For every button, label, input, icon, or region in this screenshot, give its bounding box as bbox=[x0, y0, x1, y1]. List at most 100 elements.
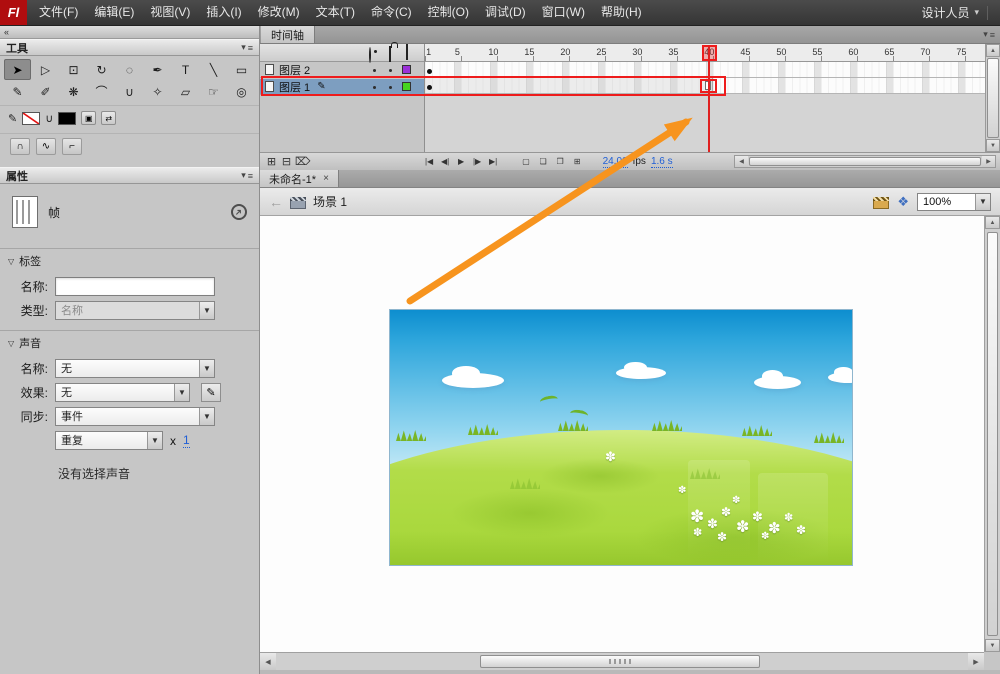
menu-item-help[interactable]: 帮助(H) bbox=[593, 0, 650, 25]
scroll-up-icon[interactable]: ▲ bbox=[985, 216, 1000, 229]
collapse-panels-bar[interactable]: « bbox=[0, 26, 259, 39]
edit-multiple-frames-button[interactable]: ⊞ bbox=[570, 154, 585, 169]
swap-colors-button[interactable]: ⇄ bbox=[101, 111, 117, 125]
timeline-horizontal-scrollbar[interactable]: ◀ ▶ bbox=[734, 155, 996, 168]
show-hide-all-layers-icon[interactable] bbox=[369, 47, 371, 63]
sound-repeat-dropdown[interactable]: 重复 ▼ bbox=[55, 431, 163, 450]
edit-scene-button[interactable] bbox=[873, 196, 890, 209]
zoom-tool[interactable]: ◎ bbox=[228, 81, 255, 102]
step-back-button[interactable]: ◀| bbox=[438, 154, 453, 169]
straighten-button[interactable]: ⌐ bbox=[62, 138, 82, 155]
new-folder-button[interactable]: ⊟ bbox=[279, 154, 294, 169]
step-forward-button[interactable]: |▶ bbox=[470, 154, 485, 169]
back-arrow-icon[interactable]: ← bbox=[269, 194, 283, 210]
label-type-dropdown[interactable]: 名称 ▼ bbox=[55, 301, 215, 320]
hand-tool[interactable]: ☞ bbox=[200, 81, 227, 102]
timeline-tab[interactable]: 时间轴 bbox=[261, 26, 315, 43]
stage-pasteboard[interactable]: ✽ ✽ ✽ ✽ ✽ ✽ ✽ ✽ ✽ ✽ ✽ ✽ ✽ ✽ bbox=[260, 216, 984, 652]
menu-item-file[interactable]: 文件(F) bbox=[31, 0, 86, 25]
subselection-tool[interactable]: ▷ bbox=[32, 59, 59, 80]
paint-bucket-tool[interactable]: ∪ bbox=[116, 81, 143, 102]
lock-all-layers-icon[interactable] bbox=[389, 46, 391, 62]
scroll-left-icon[interactable]: ◀ bbox=[735, 156, 748, 167]
layer-name[interactable]: 图层 1 bbox=[279, 79, 310, 95]
panel-menu-icon[interactable]: ≡ bbox=[248, 43, 253, 53]
layer-visibility-dot[interactable] bbox=[373, 86, 376, 89]
scrollbar-thumb[interactable] bbox=[480, 655, 760, 668]
frame-rate-value[interactable]: 24.00 bbox=[602, 156, 628, 168]
layer-visibility-dot[interactable] bbox=[373, 69, 376, 72]
layer-row-layer1[interactable]: 图层 1 ✎ bbox=[260, 79, 424, 95]
layer-name[interactable]: 图层 2 bbox=[279, 62, 310, 78]
menu-item-insert[interactable]: 插入(I) bbox=[198, 0, 249, 25]
layer-outline-color-swatch[interactable] bbox=[402, 82, 411, 91]
timeline-ruler[interactable]: 1 5 10 15 20 25 30 35 40 45 50 55 60 65 … bbox=[425, 44, 985, 62]
scroll-right-icon[interactable]: ▶ bbox=[968, 653, 984, 670]
center-frame-button[interactable]: ▢ bbox=[519, 154, 534, 169]
smooth-button[interactable]: ∿ bbox=[36, 138, 56, 155]
rectangle-tool[interactable]: ▭ bbox=[228, 59, 255, 80]
3d-rotation-tool[interactable]: ↻ bbox=[88, 59, 115, 80]
edit-symbols-button[interactable]: ❖ bbox=[897, 194, 909, 210]
bone-tool[interactable]: ⌒ bbox=[88, 81, 115, 102]
scroll-down-icon[interactable]: ▼ bbox=[985, 639, 1000, 652]
stage-horizontal-scrollbar[interactable]: ◀ ▶ bbox=[260, 652, 984, 670]
frame-label-input[interactable] bbox=[55, 277, 215, 296]
menu-item-view[interactable]: 视图(V) bbox=[142, 0, 198, 25]
menu-item-commands[interactable]: 命令(C) bbox=[363, 0, 420, 25]
document-tab[interactable]: 未命名-1* × bbox=[260, 170, 339, 187]
panel-menu-icon[interactable]: ≡ bbox=[248, 171, 253, 181]
scrollbar-thumb[interactable] bbox=[987, 232, 998, 636]
text-tool[interactable]: T bbox=[172, 59, 199, 80]
goto-last-frame-button[interactable]: ▶| bbox=[486, 154, 501, 169]
tools-panel-header[interactable]: 工具 ▾ ≡ bbox=[0, 39, 259, 56]
layer-lock-dot[interactable] bbox=[389, 69, 392, 72]
layer-row-layer2[interactable]: 图层 2 bbox=[260, 62, 424, 78]
menu-item-modify[interactable]: 修改(M) bbox=[250, 0, 308, 25]
menu-item-window[interactable]: 窗口(W) bbox=[534, 0, 593, 25]
scroll-left-icon[interactable]: ◀ bbox=[260, 653, 276, 670]
zoom-control[interactable]: 100% ▼ bbox=[917, 192, 991, 211]
brush-tool[interactable]: ✐ bbox=[32, 81, 59, 102]
layer-outline-color-swatch[interactable] bbox=[402, 65, 411, 74]
deco-tool[interactable]: ❋ bbox=[60, 81, 87, 102]
free-transform-tool[interactable]: ⊡ bbox=[60, 59, 87, 80]
frames-layer2[interactable] bbox=[425, 62, 985, 78]
sound-name-dropdown[interactable]: 无 ▼ bbox=[55, 359, 215, 378]
scroll-up-icon[interactable]: ▲ bbox=[986, 44, 1000, 57]
selection-tool[interactable]: ➤ bbox=[4, 59, 31, 80]
line-tool[interactable]: ╲ bbox=[200, 59, 227, 80]
onion-skin-button[interactable]: ❏ bbox=[536, 154, 551, 169]
zoom-value[interactable]: 100% bbox=[918, 194, 975, 210]
flash-logo[interactable]: Fl bbox=[0, 0, 27, 25]
snap-to-objects-button[interactable]: ∩ bbox=[10, 138, 30, 155]
workspace-switcher[interactable]: 设计人员 ▾ bbox=[921, 4, 979, 21]
new-layer-button[interactable]: ⊞ bbox=[264, 154, 279, 169]
properties-panel-header[interactable]: 属性 ▾ ≡ bbox=[0, 167, 259, 184]
frames-layer1[interactable] bbox=[425, 78, 985, 94]
fill-color-swatch[interactable] bbox=[58, 111, 77, 125]
delete-layer-button[interactable]: ⌦ bbox=[294, 154, 312, 169]
collapse-to-icons-icon[interactable]: « bbox=[4, 27, 9, 37]
scroll-down-icon[interactable]: ▼ bbox=[986, 139, 1000, 152]
sound-section-header[interactable]: ▽ 声音 bbox=[0, 330, 259, 354]
scrollbar-thumb[interactable] bbox=[987, 58, 999, 138]
sound-sync-dropdown[interactable]: 事件 ▼ bbox=[55, 407, 215, 426]
play-button[interactable]: ▶ bbox=[454, 154, 469, 169]
menu-item-text[interactable]: 文本(T) bbox=[308, 0, 363, 25]
outline-all-layers-icon[interactable] bbox=[406, 44, 408, 60]
repeat-count-value[interactable]: 1 bbox=[183, 433, 190, 448]
menu-item-control[interactable]: 控制(O) bbox=[420, 0, 477, 25]
stage-canvas[interactable]: ✽ ✽ ✽ ✽ ✽ ✽ ✽ ✽ ✽ ✽ ✽ ✽ ✽ ✽ bbox=[389, 309, 853, 566]
timeline-vertical-scrollbar[interactable]: ▲ ▼ bbox=[985, 44, 1000, 152]
lasso-tool[interactable]: ◌ bbox=[116, 59, 143, 80]
label-section-header[interactable]: ▽ 标签 bbox=[0, 248, 259, 272]
menu-item-debug[interactable]: 调试(D) bbox=[477, 0, 534, 25]
stroke-color-swatch[interactable] bbox=[22, 111, 41, 125]
menu-item-edit[interactable]: 编辑(E) bbox=[86, 0, 142, 25]
frames-empty-area[interactable] bbox=[425, 94, 985, 152]
sound-effect-dropdown[interactable]: 无 ▼ bbox=[55, 383, 190, 402]
help-icon[interactable]: ➜ bbox=[231, 204, 247, 220]
eraser-tool[interactable]: ▱ bbox=[172, 81, 199, 102]
close-icon[interactable]: × bbox=[323, 173, 329, 184]
